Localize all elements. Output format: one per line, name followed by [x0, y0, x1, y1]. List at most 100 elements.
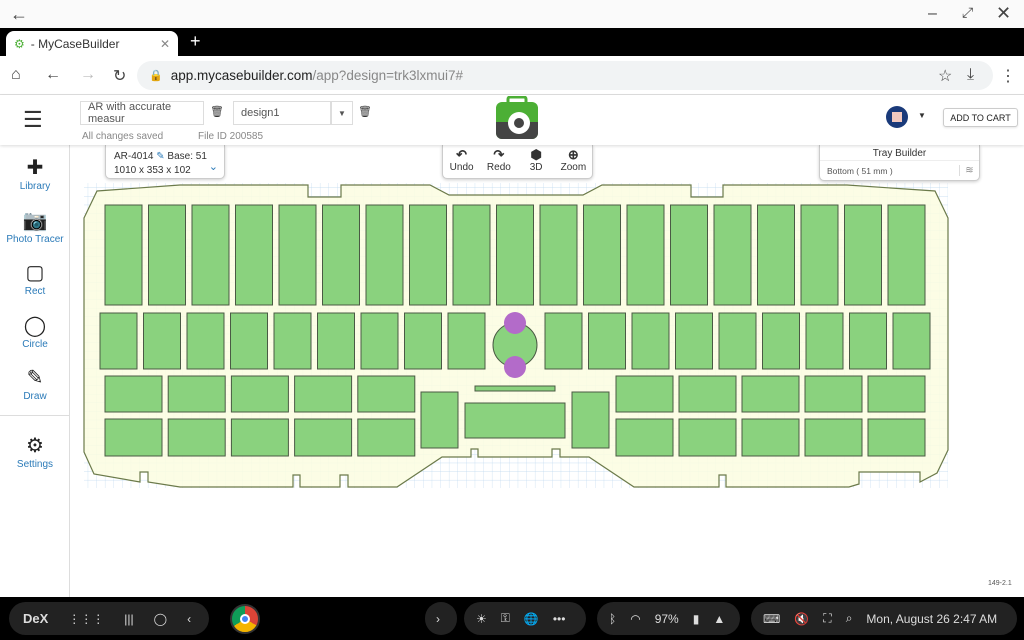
pocket[interactable]	[191, 204, 230, 306]
apps-grid-icon[interactable]: ⋮⋮⋮	[68, 612, 104, 626]
pocket[interactable]	[678, 418, 737, 457]
minimize-icon[interactable]: –	[928, 5, 937, 23]
pocket[interactable]	[404, 312, 442, 370]
mute-icon[interactable]: 🔇	[794, 612, 809, 626]
pocket[interactable]	[887, 204, 926, 306]
pocket[interactable]	[235, 204, 273, 306]
quick-settings-up-icon[interactable]: ▲	[713, 612, 725, 626]
chevron-down-icon[interactable]: ⌄	[209, 160, 218, 174]
pocket[interactable]	[447, 312, 486, 370]
finger-hole[interactable]	[504, 312, 526, 334]
pocket[interactable]	[496, 204, 534, 306]
pocket[interactable]	[365, 204, 404, 306]
pocket[interactable]	[452, 204, 491, 306]
pocket[interactable]	[571, 391, 610, 449]
pocket[interactable]	[230, 418, 289, 457]
pocket[interactable]	[360, 312, 399, 370]
new-tab-icon[interactable]: +	[190, 31, 201, 52]
pocket[interactable]	[892, 312, 931, 370]
undo-button[interactable]: ↶ Undo	[444, 148, 480, 178]
pocket[interactable]	[849, 312, 887, 370]
sidebar-item-draw[interactable]: ✎ Draw	[0, 365, 70, 402]
nav-back-icon[interactable]: ‹	[187, 612, 191, 626]
pocket[interactable]	[713, 204, 752, 306]
project-name-input[interactable]: AR with accurate measur	[80, 101, 204, 125]
pocket[interactable]	[167, 418, 226, 457]
globe-icon[interactable]: 🌐	[524, 612, 539, 626]
pocket[interactable]	[409, 204, 447, 306]
pocket[interactable]	[583, 204, 621, 306]
delete-design-icon[interactable]: 🗑	[358, 105, 372, 118]
more-icon[interactable]: •••	[553, 612, 566, 626]
pocket[interactable]	[99, 312, 138, 370]
view-3d-button[interactable]: ⬢ 3D	[518, 148, 554, 178]
key-icon[interactable]: ⚿	[501, 611, 510, 626]
weather-icon[interactable]: ☀	[476, 612, 487, 626]
layers-icon[interactable]: ≋	[959, 165, 979, 176]
pocket[interactable]	[670, 204, 708, 306]
add-to-cart-button[interactable]: ADD TO CART	[943, 108, 1018, 127]
pocket[interactable]	[143, 312, 181, 370]
browser-tab[interactable]: ⚙ - MyCaseBuilder ✕	[6, 31, 178, 56]
keyboard-icon[interactable]: ⌨	[763, 612, 780, 626]
pocket-slot[interactable]	[474, 385, 556, 392]
pocket[interactable]	[148, 204, 186, 306]
redo-button[interactable]: ↷ Redo	[481, 148, 517, 178]
pocket[interactable]	[357, 375, 416, 413]
edit-pencil-icon[interactable]: ✎	[156, 151, 164, 162]
pocket[interactable]	[104, 418, 163, 457]
screenshot-icon[interactable]: ⛶	[823, 611, 831, 626]
home-icon[interactable]: ⌂	[11, 66, 21, 84]
pocket[interactable]	[615, 418, 674, 457]
pocket[interactable]	[294, 418, 353, 457]
wifi-icon[interactable]: ◠	[630, 612, 640, 626]
pocket[interactable]	[544, 312, 583, 370]
pocket[interactable]	[757, 204, 795, 306]
design-select[interactable]: design1	[233, 101, 331, 125]
pocket[interactable]	[805, 312, 844, 370]
case-info-panel[interactable]: AR-4014 ✎ Base: 51 1010 x 353 x 102 ⌄	[105, 145, 225, 179]
pocket[interactable]	[357, 418, 416, 457]
delete-project-icon[interactable]: 🗑	[210, 105, 224, 118]
close-window-icon[interactable]: ✕	[996, 3, 1011, 24]
pocket[interactable]	[804, 418, 863, 457]
pocket[interactable]	[615, 375, 674, 413]
menu-kebab-icon[interactable]: ⋮	[1000, 66, 1016, 86]
design-dropdown-caret-icon[interactable]: ▼	[331, 101, 353, 125]
design-canvas[interactable]: 149-2.1	[71, 145, 1024, 597]
pocket[interactable]	[464, 402, 566, 439]
close-tab-icon[interactable]: ✕	[160, 37, 170, 51]
pocket[interactable]	[631, 312, 670, 370]
pocket[interactable]	[294, 375, 353, 413]
sidebar-item-rect[interactable]: ▢ Rect	[0, 260, 70, 297]
pocket[interactable]	[104, 375, 163, 413]
pocket[interactable]	[230, 312, 268, 370]
pocket[interactable]	[718, 312, 757, 370]
pocket[interactable]	[867, 375, 926, 413]
download-icon[interactable]: ⤓	[967, 66, 974, 84]
pocket[interactable]	[317, 312, 355, 370]
pocket[interactable]	[844, 204, 882, 306]
restore-icon[interactable]: ⤢	[962, 4, 973, 21]
home-circle-icon[interactable]: ◯	[154, 612, 167, 626]
back-icon[interactable]: ←	[45, 66, 61, 84]
pocket[interactable]	[800, 204, 839, 306]
zoom-button[interactable]: ⊕ Zoom	[555, 148, 591, 178]
pocket[interactable]	[588, 312, 626, 370]
search-icon[interactable]: ⌕	[846, 611, 853, 626]
url-field[interactable]: 🔒 app.mycasebuilder.com/app?design=trk3l…	[137, 61, 993, 90]
hamburger-menu-icon[interactable]: ☰	[23, 107, 43, 133]
pocket[interactable]	[322, 204, 360, 306]
expand-chevron-icon[interactable]: ›	[425, 602, 457, 635]
layer-select[interactable]: Bottom ( 51 mm ) ≋	[820, 161, 979, 180]
account-caret-icon[interactable]: ▼	[918, 111, 926, 120]
pocket[interactable]	[741, 375, 800, 413]
forward-icon[interactable]: →	[80, 66, 96, 84]
chrome-app-icon[interactable]	[230, 604, 260, 634]
pocket[interactable]	[804, 375, 863, 413]
dex-button[interactable]: DeX	[23, 611, 48, 626]
pocket[interactable]	[167, 375, 226, 413]
pocket[interactable]	[741, 418, 800, 457]
pocket[interactable]	[420, 391, 459, 449]
finger-hole[interactable]	[504, 356, 526, 378]
